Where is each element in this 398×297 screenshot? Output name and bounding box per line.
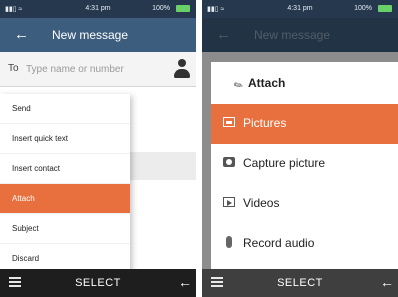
camera-icon (223, 157, 235, 167)
menu-item-attach[interactable]: Attach (0, 184, 130, 214)
option-label: Pictures (243, 116, 287, 130)
option-label: Record audio (243, 236, 315, 250)
option-pictures[interactable]: Pictures (211, 104, 398, 144)
paperclip-icon: ✎ (231, 78, 246, 94)
app-bar: ← New message (0, 18, 196, 52)
left-screen: ▮▮▯ ≈ 4:31 pm 100% ← New message To Send… (0, 0, 196, 297)
option-videos[interactable]: Videos (211, 184, 398, 224)
recipient-field: To (0, 52, 196, 87)
menu-item-insert-quick-text[interactable]: Insert quick text (0, 124, 130, 154)
dialog-header: ✎ Attach (211, 62, 398, 104)
option-capture-picture[interactable]: Capture picture (211, 144, 398, 184)
battery-icon (176, 5, 190, 12)
menu-item-insert-contact[interactable]: Insert contact (0, 154, 130, 184)
options-menu: Send Insert quick text Insert contact At… (0, 94, 130, 274)
select-softkey[interactable]: SELECT (202, 277, 398, 289)
option-label: Videos (243, 196, 280, 210)
recipient-input[interactable] (26, 61, 168, 77)
image-icon (223, 117, 235, 127)
option-record-audio[interactable]: Record audio (211, 224, 398, 264)
menu-item-send[interactable]: Send (0, 94, 130, 124)
battery-percent: 100% (354, 5, 372, 12)
battery-icon (378, 5, 392, 12)
back-softkey-icon[interactable]: ← (178, 274, 192, 290)
status-bar: ▮▮▯ ≈ 4:31 pm 100% (0, 0, 196, 18)
microphone-icon (226, 236, 232, 248)
menu-item-subject[interactable]: Subject (0, 214, 130, 244)
to-label: To (8, 63, 19, 74)
option-label: Capture picture (243, 156, 326, 170)
person-icon[interactable] (174, 59, 190, 79)
back-softkey-icon[interactable]: ← (380, 274, 394, 290)
softkey-bar: SELECT ← (0, 269, 196, 297)
page-title: New message (52, 28, 129, 42)
select-softkey[interactable]: SELECT (0, 277, 196, 289)
back-icon[interactable]: ← (14, 26, 29, 43)
video-icon (223, 197, 235, 207)
dialog-title: Attach (248, 76, 286, 90)
status-bar: ▮▮▯ ≈ 4:31 pm 100% (202, 0, 398, 18)
attach-dialog: ✎ Attach Pictures Capture picture Videos… (211, 62, 398, 269)
battery-percent: 100% (152, 5, 170, 12)
softkey-bar: SELECT ← (202, 269, 398, 297)
right-screen: ▮▮▯ ≈ 4:31 pm 100% ← New message ✎ Attac… (202, 0, 398, 297)
